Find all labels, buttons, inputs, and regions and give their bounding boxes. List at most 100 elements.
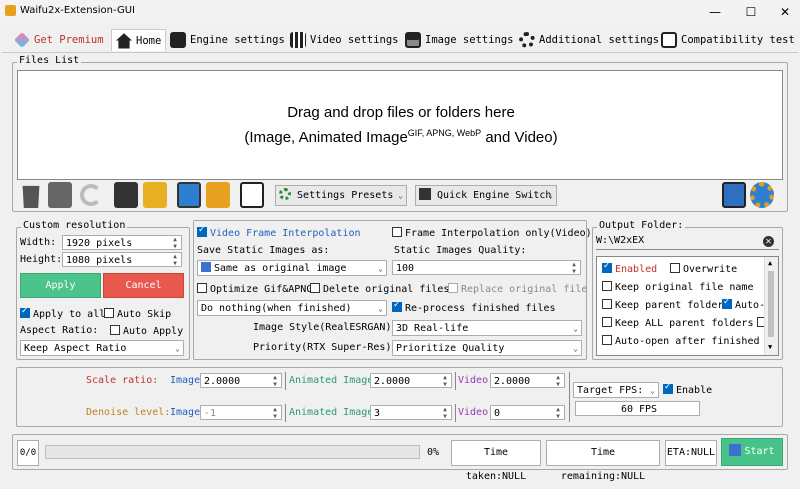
tab-image-settings[interactable]: Image settings: [405, 29, 514, 51]
checkbox-checked-icon: [663, 382, 673, 394]
chevron-down-icon: ⌄: [175, 344, 180, 353]
eta: ETA:NULL: [665, 440, 717, 466]
after-finish-select[interactable]: Do nothing(when finished) ⌄: [197, 300, 387, 316]
overwrite-checkbox[interactable]: Overwrite: [670, 263, 737, 275]
scroll-up-icon[interactable]: ▲: [768, 259, 772, 267]
checkbox-icon: [110, 325, 120, 335]
cancel-button[interactable]: Cancel: [103, 273, 184, 298]
files-list-legend: Files List: [17, 55, 82, 66]
drop-hint-types: (Image, Animated ImageGIF, APNG, WebP an…: [244, 128, 558, 146]
denoise-video-spinbox[interactable]: 0 ▲ ▼: [490, 405, 565, 420]
spin-arrows-icon: ▲ ▼: [173, 253, 177, 267]
auto-skip-checkbox[interactable]: Auto Skip: [104, 308, 171, 320]
tab-get-premium[interactable]: Get Premium: [14, 29, 104, 51]
width-spinbox[interactable]: 1920 pixels ▲ ▼: [62, 235, 182, 250]
video-frame-interpolation-checkbox[interactable]: Video Frame Interpolation: [197, 225, 361, 239]
fps-spinbox[interactable]: 60 FPS: [575, 401, 700, 416]
progress-percent: 0%: [427, 447, 440, 458]
static-quality-spinbox[interactable]: 100 ▲ ▼: [392, 260, 581, 275]
quick-engine-switch-button[interactable]: Quick Engine Switch ⌄: [415, 185, 557, 206]
settings-presets-button[interactable]: Settings Presets ⌄: [275, 185, 407, 206]
vertical-scrollbar[interactable]: ▲ ▼: [764, 257, 778, 355]
denoise-animated-spinbox[interactable]: 3 ▲ ▼: [370, 405, 452, 420]
replace-original-checkbox[interactable]: Replace original file: [448, 283, 587, 295]
optimize-gif-checkbox[interactable]: Optimize Gif&APNG: [197, 283, 312, 295]
progress-bar: [45, 445, 420, 459]
auto-apply-checkbox[interactable]: Auto Apply: [110, 325, 183, 337]
tab-label: Home: [136, 34, 162, 47]
reload-icon[interactable]: [80, 184, 102, 206]
save-icon[interactable]: [722, 182, 746, 208]
chevron-down-icon: ⌄: [378, 304, 383, 313]
tab-additional-settings[interactable]: Additional settings: [519, 29, 659, 51]
tab-video-settings[interactable]: Video settings: [290, 29, 399, 51]
delete-original-checkbox[interactable]: Delete original files: [310, 283, 449, 295]
image-style-select[interactable]: 3D Real-life ⌄: [392, 320, 582, 336]
folder-icon[interactable]: [143, 182, 167, 208]
app-icon: [5, 5, 16, 16]
denoise-image-spinbox[interactable]: -1 ▲ ▼: [200, 405, 282, 420]
keep-original-name-checkbox[interactable]: Keep original file name: [602, 281, 753, 293]
tab-compatibility-test[interactable]: Compatibility test: [661, 29, 795, 51]
settings-gear-icon[interactable]: [750, 182, 774, 208]
keep-all-parent-checkbox[interactable]: Keep ALL parent folders: [602, 317, 753, 329]
separator: [285, 404, 286, 422]
output-path-field[interactable]: W:\W2xEX: [596, 235, 779, 250]
chevron-down-icon: ⌄: [650, 386, 655, 395]
save-static-images-label: Save Static Images as:: [197, 245, 330, 256]
tab-engine-settings[interactable]: Engine settings: [170, 29, 285, 51]
static-images-quality-label: Static Images Quality:: [394, 245, 527, 256]
checkbox-checked-icon: [197, 225, 207, 237]
output-folder-legend: Output Folder:: [597, 220, 686, 231]
save-format-select[interactable]: Same as original image ⌄: [197, 260, 387, 276]
window-title: Waifu2x-Extension-GUI: [20, 5, 135, 16]
close-button[interactable]: ✕: [770, 2, 800, 22]
home-icon: [116, 33, 132, 49]
clear-path-icon[interactable]: ✕: [763, 236, 774, 247]
scale-animated-spinbox[interactable]: 2.0000 ▲ ▼: [370, 373, 452, 388]
power-monitor-icon[interactable]: [240, 182, 264, 208]
engine-icon: [170, 32, 186, 48]
start-button[interactable]: Start: [721, 438, 783, 466]
denoise-image-label: Image: [170, 407, 201, 418]
minimize-button[interactable]: —: [700, 2, 730, 22]
spin-arrows-icon: ▲ ▼: [273, 374, 277, 388]
spin-arrows-icon: ▲ ▼: [572, 261, 576, 275]
height-spinbox[interactable]: 1080 pixels ▲ ▼: [62, 252, 182, 267]
scale-image-spinbox[interactable]: 2.0000 ▲ ▼: [200, 373, 282, 388]
spin-arrows-icon: ▲ ▼: [556, 374, 560, 388]
gear-icon: [279, 188, 291, 200]
tab-home[interactable]: Home: [111, 29, 167, 51]
aspect-ratio-select[interactable]: Keep Aspect Ratio ⌄: [20, 340, 184, 356]
scale-video-spinbox[interactable]: 2.0000 ▲ ▼: [490, 373, 565, 388]
scale-video-label: Video: [458, 375, 489, 386]
eraser-icon[interactable]: [48, 182, 72, 208]
image-preview-icon[interactable]: [177, 182, 201, 208]
scroll-thumb[interactable]: [768, 271, 774, 337]
apply-button[interactable]: Apply: [20, 273, 101, 298]
checkbox-icon: [602, 335, 612, 345]
output-enabled-checkbox[interactable]: Enabled: [602, 261, 657, 275]
file-drop-zone[interactable]: Drag and drop files or folders here (Ima…: [17, 70, 783, 180]
gear-icon: [519, 32, 535, 48]
spin-arrows-icon: ▲ ▼: [173, 236, 177, 250]
apply-to-all-checkbox[interactable]: Apply to all: [20, 306, 105, 320]
target-fps-select[interactable]: Target FPS: ⌄: [573, 382, 659, 398]
maximize-button[interactable]: ☐: [736, 2, 766, 22]
fps-enable-checkbox[interactable]: Enable: [663, 382, 712, 396]
file-remove-icon[interactable]: [114, 182, 138, 208]
checkbox-icon: [448, 283, 458, 293]
checkbox-icon: [602, 281, 612, 291]
tab-label: Engine settings: [190, 34, 285, 46]
frame-interpolation-only-checkbox[interactable]: Frame Interpolation only(Video): [392, 227, 592, 239]
reprocess-checkbox[interactable]: Re-process finished files: [392, 300, 556, 314]
auto-open-checkbox[interactable]: Auto-open after finished: [602, 335, 760, 347]
folder-open-icon[interactable]: [206, 182, 230, 208]
image-style-label: Image Style(RealESRGAN):: [253, 322, 398, 333]
keep-parent-folder-checkbox[interactable]: Keep parent folder: [602, 299, 723, 311]
priority-select[interactable]: Prioritize Quality ⌄: [392, 340, 582, 356]
diamond-icon: [14, 32, 30, 48]
spin-arrows-icon: ▲ ▼: [273, 406, 277, 420]
scroll-down-icon[interactable]: ▼: [768, 343, 772, 351]
separator: [455, 404, 456, 422]
